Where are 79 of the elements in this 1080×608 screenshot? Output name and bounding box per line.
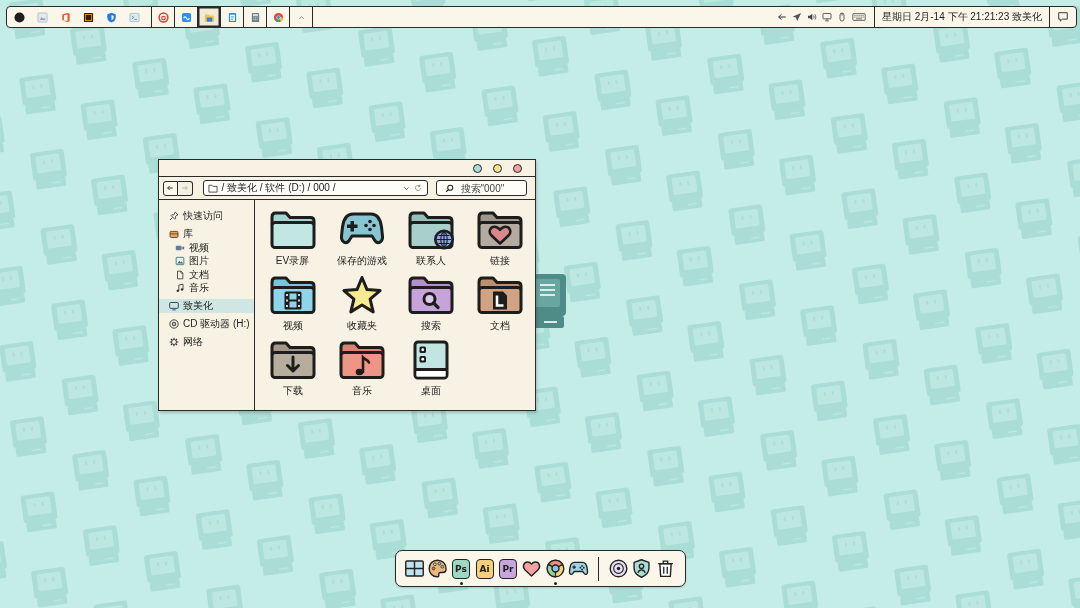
monitor-icon[interactable] bbox=[821, 12, 832, 22]
keyboard-icon[interactable] bbox=[851, 12, 866, 22]
folder-icon bbox=[203, 11, 215, 23]
app-logo-icon bbox=[60, 11, 71, 23]
app-tile-button[interactable]: Ai bbox=[475, 558, 494, 579]
notepad-icon bbox=[226, 11, 238, 23]
calculator-icon bbox=[249, 11, 261, 23]
close-button[interactable] bbox=[513, 163, 522, 173]
maximize-button[interactable] bbox=[493, 163, 502, 173]
folder-item[interactable]: 视频 bbox=[258, 275, 327, 340]
folder-item[interactable]: 联系人 bbox=[396, 210, 465, 275]
gear-icon bbox=[169, 337, 179, 347]
folder-download-icon bbox=[268, 340, 317, 380]
library-icon bbox=[169, 229, 179, 239]
arrow-right-icon bbox=[180, 184, 189, 192]
shield-icon bbox=[106, 11, 117, 23]
folder-item[interactable]: 链接 bbox=[465, 210, 534, 275]
music-note-icon bbox=[175, 283, 185, 294]
refresh-icon[interactable] bbox=[413, 184, 422, 192]
wave-tile-icon bbox=[180, 11, 192, 23]
shield-user-icon[interactable] bbox=[631, 558, 652, 579]
palette-icon[interactable] bbox=[427, 558, 448, 579]
folder-item[interactable]: 收藏夹 bbox=[327, 275, 396, 340]
folder-outline-icon bbox=[207, 183, 218, 193]
sidebar-item[interactable]: 网络 bbox=[159, 335, 254, 349]
terminal-icon bbox=[129, 11, 140, 23]
disc-icon[interactable] bbox=[607, 558, 629, 579]
folder-search-icon bbox=[406, 275, 455, 315]
tricolor-circle-icon[interactable] bbox=[544, 558, 566, 579]
folder-item[interactable]: 下载 bbox=[258, 340, 327, 405]
folder-heart-icon bbox=[475, 210, 524, 250]
app-tile-button[interactable]: Ps bbox=[452, 558, 470, 579]
search-field[interactable]: 搜索"000" bbox=[435, 180, 527, 196]
folder-item[interactable]: 音乐 bbox=[327, 340, 396, 405]
circle-icon bbox=[14, 11, 25, 23]
window-panes-icon[interactable] bbox=[403, 558, 425, 579]
paper-plane-icon[interactable] bbox=[791, 12, 802, 22]
clock-text: 星期日 2月-14 下午 21:21:23 致美化 bbox=[873, 7, 1049, 27]
folder-item[interactable]: 保存的游戏 bbox=[327, 210, 396, 275]
sidebar-item[interactable]: 库 bbox=[159, 227, 254, 241]
computer-icon bbox=[536, 272, 568, 330]
sidebar-item[interactable]: 文档 bbox=[159, 268, 254, 282]
folder-globe-icon bbox=[406, 210, 455, 250]
heart-icon[interactable] bbox=[521, 558, 542, 579]
disc-icon bbox=[169, 319, 179, 329]
image-icon bbox=[175, 256, 185, 267]
ring-icon bbox=[157, 11, 169, 23]
tricolor-circle-icon bbox=[272, 11, 284, 23]
square-logo-icon bbox=[83, 11, 94, 23]
sidebar-item[interactable]: 视频 bbox=[159, 241, 254, 255]
monitor-icon bbox=[169, 301, 179, 311]
back-button[interactable] bbox=[162, 180, 178, 196]
folder-film-icon bbox=[268, 275, 317, 315]
sidebar-item[interactable]: 音乐 bbox=[159, 281, 254, 295]
pushpin-icon bbox=[169, 211, 179, 221]
folder-item[interactable]: 桌面 bbox=[396, 340, 465, 405]
taskbar-app-button[interactable] bbox=[198, 7, 220, 27]
mouse-icon[interactable] bbox=[836, 12, 847, 22]
sidebar-item[interactable]: 图片 bbox=[159, 254, 254, 268]
arrow-left-icon bbox=[166, 184, 174, 192]
folder-icon bbox=[268, 210, 317, 250]
sidebar-item[interactable]: 致美化 bbox=[159, 299, 254, 313]
sidebar-item[interactable]: 快速访问 bbox=[159, 209, 254, 223]
speech-bubble-icon bbox=[1057, 11, 1069, 23]
document-icon bbox=[175, 269, 185, 280]
chevron-down-icon[interactable] bbox=[402, 184, 410, 192]
speaker-icon[interactable] bbox=[806, 12, 817, 22]
arrow-left-icon[interactable] bbox=[776, 12, 787, 22]
address-field[interactable]: / 致美化 / 软件 (D:) / 000 / bbox=[202, 180, 428, 196]
image-file-icon bbox=[37, 11, 48, 23]
app-tile-button[interactable]: Pr bbox=[499, 558, 517, 579]
minimize-button[interactable] bbox=[473, 163, 482, 173]
folder-item[interactable]: 文档 bbox=[465, 275, 534, 340]
folder-item[interactable]: 搜索 bbox=[396, 275, 465, 340]
sidebar-item[interactable]: CD 驱动器 (H:) bbox=[159, 317, 254, 331]
folder-music-icon bbox=[337, 340, 386, 380]
search-icon bbox=[444, 183, 454, 193]
folder-document-icon bbox=[475, 275, 524, 315]
folder-item[interactable]: EV录屏 bbox=[258, 210, 327, 275]
